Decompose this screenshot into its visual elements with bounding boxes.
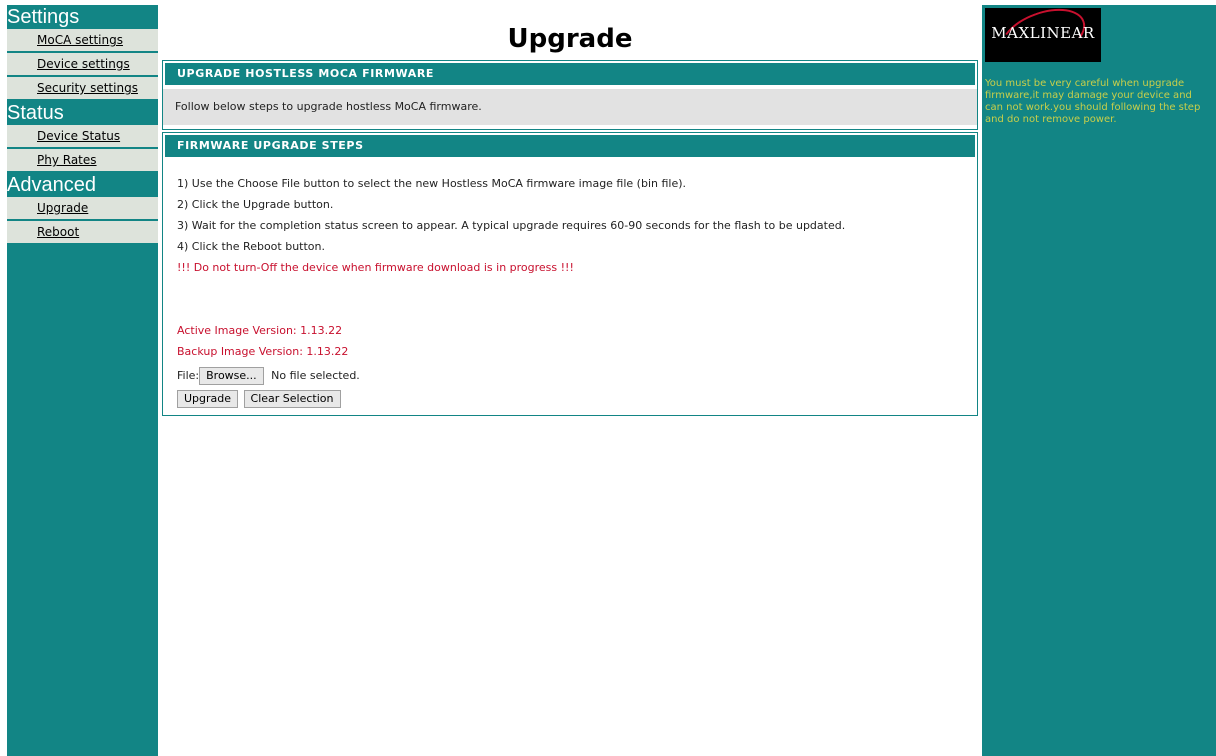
sidebar-section-advanced: Advanced [7, 174, 96, 196]
sidebar-item-security-settings[interactable]: Security settings [7, 77, 158, 101]
sidebar-item-upgrade[interactable]: Upgrade [7, 197, 158, 221]
right-column: MAXLINEAR You must be very careful when … [982, 5, 1216, 756]
page-title: Upgrade [507, 24, 633, 54]
sidebar-item-phy-rates[interactable]: Phy Rates [7, 149, 158, 173]
active-image-version: Active Image Version: 1.13.22 [177, 324, 343, 337]
file-status: No file selected. [271, 369, 360, 382]
firmware-steps-panel: FIRMWARE UPGRADE STEPS 1) Use the Choose… [162, 132, 978, 416]
steps-body: 1) Use the Choose File button to select … [163, 159, 977, 408]
caution-note: You must be very careful when upgrade fi… [985, 78, 1201, 125]
browse-button[interactable]: Browse... [199, 367, 264, 385]
logo-text: MAXLINEAR [991, 24, 1095, 42]
sidebar-item-reboot[interactable]: Reboot [7, 221, 158, 245]
step-3: 3) Wait for the completion status screen… [177, 219, 846, 232]
panel-description: Follow below steps to upgrade hostless M… [163, 89, 977, 125]
clear-selection-button[interactable]: Clear Selection [243, 390, 341, 408]
panel-header: UPGRADE HOSTLESS MOCA FIRMWARE [163, 61, 977, 87]
action-buttons: Upgrade Clear Selection [177, 390, 977, 408]
sidebar: Settings MoCA settings Device settings S… [7, 5, 158, 756]
panel-header: FIRMWARE UPGRADE STEPS [163, 133, 977, 159]
backup-image-version: Backup Image Version: 1.13.22 [177, 345, 349, 358]
step-2: 2) Click the Upgrade button. [177, 198, 334, 211]
sidebar-item-device-status[interactable]: Device Status [7, 125, 158, 149]
file-input-row: File: Browse... No file selected. [177, 364, 977, 387]
step-1: 1) Use the Choose File button to select … [177, 177, 687, 190]
main-content: Upgrade UPGRADE HOSTLESS MOCA FIRMWARE F… [160, 5, 980, 756]
file-label: File: [177, 369, 200, 382]
sidebar-item-device-settings[interactable]: Device settings [7, 53, 158, 77]
upgrade-hostless-panel: UPGRADE HOSTLESS MOCA FIRMWARE Follow be… [162, 60, 978, 130]
sidebar-section-status: Status [7, 102, 64, 124]
sidebar-section-settings: Settings [7, 6, 80, 28]
upgrade-button[interactable]: Upgrade [177, 390, 239, 408]
warning-text: !!! Do not turn-Off the device when firm… [177, 261, 574, 274]
sidebar-item-moca-settings[interactable]: MoCA settings [7, 29, 158, 53]
maxlinear-logo: MAXLINEAR [985, 8, 1101, 62]
step-4: 4) Click the Reboot button. [177, 240, 325, 253]
